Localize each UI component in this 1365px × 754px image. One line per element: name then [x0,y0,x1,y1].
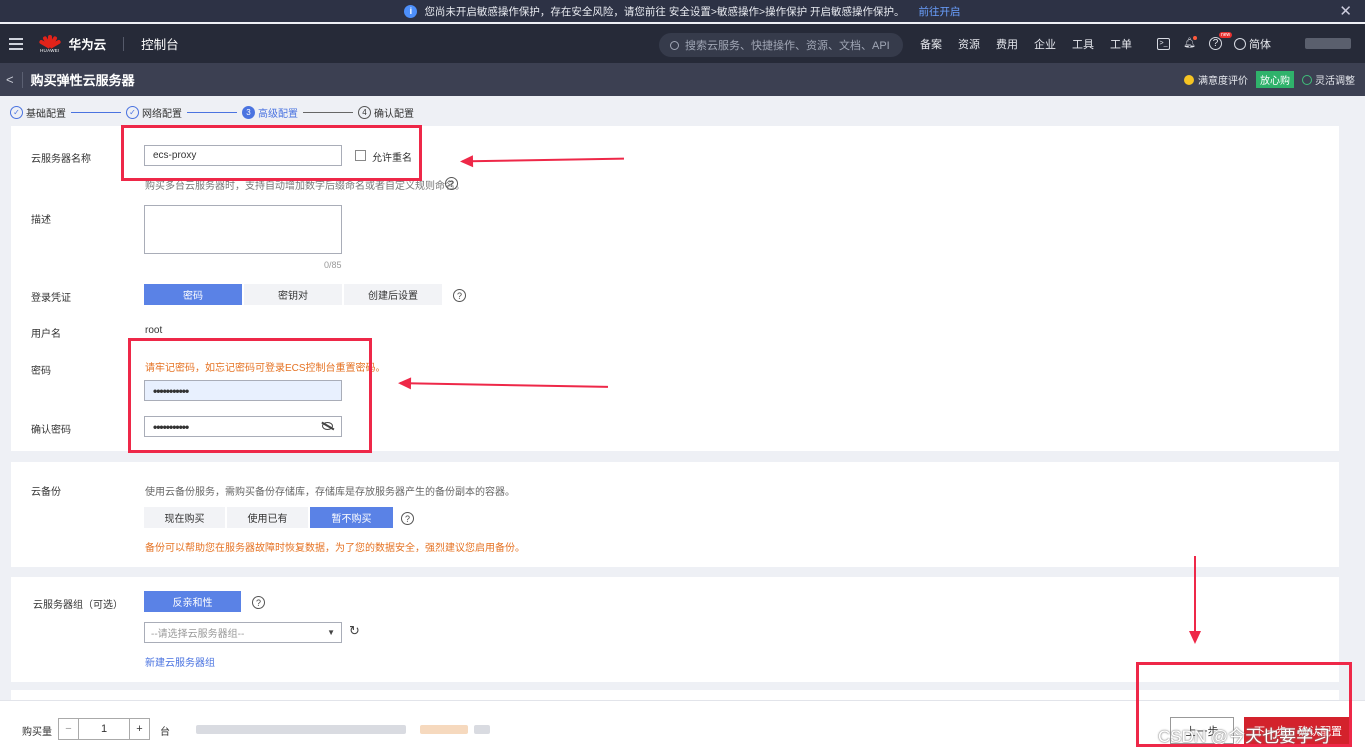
password-label: 密码 [31,366,51,377]
login-credential-label: 登录凭证 [31,293,71,304]
username-label: 用户名 [31,329,61,340]
annotation-box-name [121,125,422,181]
smile-icon [1184,74,1194,85]
step-indicator: ✓ 基础配置 ✓ 网络配置 3 高级配置 4 确认配置 [10,103,414,121]
backup-card: 云备份 使用云备份服务，需购买备份存储库，存储库是存放服务器产生的备份副本的容器… [11,462,1339,567]
option-keypair[interactable]: 密钥对 [244,284,342,305]
nav-link-filing[interactable]: 备案 [920,36,942,52]
quantity-label: 购买量 [22,727,52,738]
console-link[interactable]: 控制台 [141,34,179,53]
nav-link-resources[interactable]: 资源 [958,36,980,52]
quantity-stepper: − 1 + [58,718,150,740]
menu-icon[interactable] [9,35,23,53]
chevron-down-icon: ▼ [327,628,335,637]
reassurance-badge[interactable]: 放心购 [1256,71,1294,88]
option-buy-now[interactable]: 现在购买 [144,507,225,528]
group-policy-options: 反亲和性 [144,591,243,612]
step-current-icon: 3 [242,105,255,119]
globe-icon [1234,37,1246,50]
step-label: 确认配置 [374,108,414,120]
option-use-existing[interactable]: 使用已有 [227,507,308,528]
check-circle-icon [1302,74,1312,85]
step-label-current: 高级配置 [258,108,298,120]
nav-link-billing[interactable]: 费用 [996,36,1018,52]
flexible-adjust-link[interactable]: 灵活调整 [1315,72,1355,87]
annotation-box-password [128,338,372,453]
option-set-later[interactable]: 创建后设置 [344,284,442,305]
help-circle-icon[interactable]: ? [445,177,458,190]
annotation-arrow [1189,556,1201,644]
huawei-logo[interactable]: HUAWEI [38,34,62,53]
server-group-select[interactable]: --请选择云服务器组-- ▼ [144,622,342,643]
help-circle-icon[interactable]: ? [252,596,265,609]
quantity-unit: 台 [160,727,170,738]
page-titlebar: < 购买弹性云服务器 满意度评价 放心购 灵活调整 [0,63,1365,96]
annotation-box-next [1136,662,1352,747]
page-title: 购买弹性云服务器 [30,73,135,88]
close-icon[interactable]: ✕ [1339,2,1352,20]
account-avatar[interactable] [1305,38,1351,49]
terminal-icon[interactable]: >_ [1157,37,1170,50]
search-input[interactable]: 搜索云服务、快捷操作、资源、文档、API [659,33,903,57]
username-value: root [145,325,163,336]
info-icon: i [404,4,418,18]
blurred-text [474,725,490,734]
option-password[interactable]: 密码 [144,284,242,305]
brand-name[interactable]: 华为云 [69,34,107,53]
nav-link-tickets[interactable]: 工单 [1110,36,1132,52]
new-server-group-link[interactable]: 新建云服务器组 [145,654,215,669]
banner-text: 您尚未开启敏感操作保护，存在安全风险，请您前往 安全设置>敏感操作>操作保护 开… [424,5,905,18]
step-label[interactable]: 网络配置 [142,105,182,120]
back-button[interactable]: < [6,72,14,87]
description-textarea[interactable] [144,205,342,254]
blurred-price-info [196,725,406,734]
description-label: 描述 [31,215,51,226]
server-group-label: 云服务器组（可选） [33,600,123,611]
language-switch[interactable]: 简体 [1234,36,1271,52]
step-done-icon: ✓ [10,105,23,119]
help-icon[interactable]: ? new [1209,32,1233,50]
nav-divider [123,36,125,51]
nav-icons: >_ 🔔︎ ? new 简体 [1157,24,1271,63]
option-anti-affinity[interactable]: 反亲和性 [144,591,241,612]
refresh-icon[interactable]: ↻ [349,623,360,639]
backup-label: 云备份 [31,487,61,498]
login-credential-options: 密码 密钥对 创建后设置 [144,284,444,305]
banner-enable-link[interactable]: 前往开启 [919,4,961,19]
satisfaction-link[interactable]: 满意度评价 [1198,72,1248,87]
server-name-label: 云服务器名称 [31,154,91,165]
option-skip[interactable]: 暂不购买 [310,507,393,528]
nav-link-tools[interactable]: 工具 [1072,36,1094,52]
backup-options: 现在购买 使用已有 暂不购买 [144,507,395,528]
search-placeholder: 搜索云服务、快捷操作、资源、文档、API [685,40,890,52]
step-todo-icon: 4 [358,105,371,119]
step-label[interactable]: 基础配置 [26,105,66,120]
bell-icon[interactable]: 🔔︎ [1182,36,1197,51]
help-circle-icon[interactable]: ? [401,512,414,525]
search-icon [670,40,679,50]
backup-description: 使用云备份服务，需购买备份存储库，存储库是存放服务器产生的备份副本的容器。 [145,487,515,498]
backup-warning: 备份可以帮助您在服务器故障时恢复数据，为了您的数据安全，强烈建议您启用备份。 [145,543,525,554]
decrease-button[interactable]: − [59,719,79,739]
step-done-icon: ✓ [126,105,139,119]
nav-links: 备案 资源 费用 企业 工具 工单 [920,24,1148,63]
description-counter: 0/85 [324,260,342,270]
security-banner: i 您尚未开启敏感操作保护，存在安全风险，请您前往 安全设置>敏感操作>操作保护… [0,0,1365,22]
quantity-input[interactable]: 1 [79,719,129,739]
help-circle-icon[interactable]: ? [453,289,466,302]
nav-link-enterprise[interactable]: 企业 [1034,36,1056,52]
confirm-password-label: 确认密码 [31,425,71,436]
blurred-price [420,725,468,734]
increase-button[interactable]: + [129,719,149,739]
